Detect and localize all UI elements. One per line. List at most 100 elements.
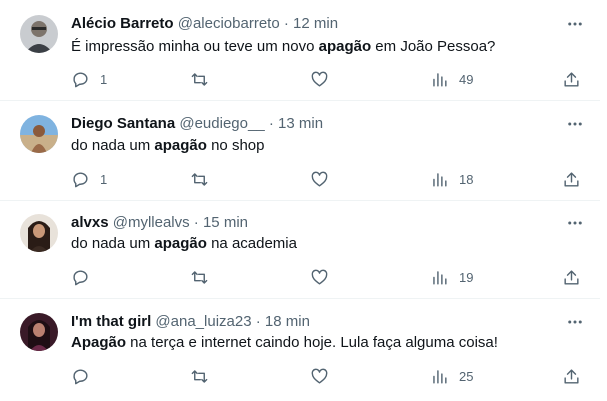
tweet-text: É impressão minha ou teve um novo apagão… (71, 37, 495, 57)
share-button[interactable] (562, 67, 581, 91)
reply-count: 1 (100, 71, 108, 87)
author-handle[interactable]: @aleciobarreto (178, 15, 280, 32)
share-button[interactable] (562, 364, 581, 388)
text-part: no shop (206, 137, 265, 154)
tweet[interactable]: Diego Santana @eudiego__ · 13 min do nad… (0, 101, 600, 201)
views-chart-icon (433, 369, 447, 384)
text-part: do nada um (71, 235, 155, 252)
retweet-button[interactable] (190, 265, 219, 289)
text-part-highlight: apagão (318, 38, 372, 55)
retweet-icon (191, 172, 208, 186)
avatar[interactable] (20, 313, 58, 351)
share-icon (564, 269, 579, 285)
more-dots-icon (568, 22, 582, 26)
views-button[interactable]: 19 (430, 265, 473, 289)
tweet[interactable]: I'm that girl @ana_luiza23 · 18 min Apag… (0, 299, 600, 401)
tweet-text: do nada um apagão na academia (71, 234, 297, 254)
heart-icon (311, 269, 328, 285)
tweet[interactable]: Alécio Barreto @aleciobarreto · 12 min É… (0, 0, 600, 101)
share-icon (564, 71, 579, 87)
reply-button[interactable]: 1 (71, 67, 107, 91)
avatar-image (20, 313, 58, 351)
retweet-button[interactable] (190, 167, 219, 191)
like-button[interactable] (310, 67, 339, 91)
text-part-highlight: Apagão (71, 334, 127, 351)
views-button[interactable]: 25 (430, 364, 473, 388)
views-count: 49 (459, 71, 474, 87)
tweet-header: alvxs @myllealvs · 15 min (71, 213, 248, 233)
author-name[interactable]: alvxs (71, 214, 109, 231)
text-part-highlight: apagão (154, 235, 207, 252)
author-name[interactable]: Diego Santana (71, 115, 175, 132)
retweet-button[interactable] (190, 364, 219, 388)
timestamp[interactable]: 15 min (203, 214, 248, 231)
avatar-image (20, 214, 58, 252)
timestamp[interactable]: 18 min (265, 313, 310, 330)
heart-icon (311, 71, 328, 87)
share-button[interactable] (562, 167, 581, 191)
more-dots-icon (568, 122, 582, 126)
reply-button[interactable]: 1 (71, 167, 107, 191)
share-icon (564, 171, 579, 187)
text-part: em João Pessoa? (371, 38, 496, 55)
tweet-actions: 19 (60, 265, 600, 289)
views-chart-icon (433, 172, 447, 187)
avatar[interactable] (20, 115, 58, 153)
views-count: 25 (459, 368, 474, 384)
more-dots-icon (568, 221, 582, 225)
share-button[interactable] (562, 265, 581, 289)
avatar[interactable] (20, 15, 58, 53)
author-name[interactable]: I'm that girl (71, 313, 151, 330)
reply-icon (73, 171, 88, 187)
share-icon (564, 368, 579, 384)
text-part: do nada um (71, 137, 155, 154)
author-handle[interactable]: @ana_luiza23 (155, 313, 251, 330)
reply-icon (73, 71, 88, 87)
more-options-button[interactable] (560, 114, 590, 134)
timestamp[interactable]: 12 min (293, 15, 338, 32)
views-chart-icon (433, 72, 447, 87)
heart-icon (311, 368, 328, 384)
separator-dot: · (283, 15, 289, 32)
views-button[interactable]: 18 (430, 167, 473, 191)
views-count: 19 (459, 269, 474, 285)
views-chart-icon (433, 270, 447, 285)
like-button[interactable] (310, 167, 339, 191)
text-part-highlight: apagão (154, 137, 207, 154)
reply-button[interactable] (71, 265, 100, 289)
like-button[interactable] (310, 364, 339, 388)
timestamp[interactable]: 13 min (278, 115, 323, 132)
heart-icon (311, 171, 328, 187)
tweet-actions: 1 49 (60, 67, 600, 91)
tweet-header: I'm that girl @ana_luiza23 · 18 min (71, 312, 310, 332)
tweet-header: Alécio Barreto @aleciobarreto · 12 min (71, 14, 338, 34)
reply-button[interactable] (71, 364, 100, 388)
tweet[interactable]: alvxs @myllealvs · 15 min do nada um apa… (0, 201, 600, 299)
tweet-feed: Alécio Barreto @aleciobarreto · 12 min É… (0, 0, 607, 401)
retweet-button[interactable] (190, 67, 219, 91)
reply-icon (73, 269, 88, 285)
reply-count: 1 (100, 171, 108, 187)
avatar[interactable] (20, 214, 58, 252)
views-button[interactable]: 49 (430, 67, 473, 91)
retweet-icon (191, 369, 208, 383)
tweet-header: Diego Santana @eudiego__ · 13 min (71, 114, 323, 134)
tweet-text: Apagão na terça e internet caindo hoje. … (71, 333, 498, 353)
views-count: 18 (459, 171, 474, 187)
like-button[interactable] (310, 265, 339, 289)
avatar-image (20, 15, 58, 53)
more-options-button[interactable] (560, 14, 590, 34)
more-options-button[interactable] (560, 213, 590, 233)
tweet-actions: 1 18 (60, 167, 600, 191)
more-dots-icon (568, 320, 582, 324)
text-part: na academia (206, 235, 297, 252)
text-part: É impressão minha ou teve um novo (71, 38, 319, 55)
more-options-button[interactable] (560, 312, 590, 332)
separator-dot: · (268, 115, 274, 132)
text-part: na terça e internet caindo hoje. Lula fa… (126, 334, 498, 351)
reply-icon (73, 368, 88, 384)
author-handle[interactable]: @eudiego__ (179, 115, 264, 132)
separator-dot: · (255, 313, 261, 330)
author-handle[interactable]: @myllealvs (113, 214, 190, 231)
author-name[interactable]: Alécio Barreto (71, 15, 174, 32)
